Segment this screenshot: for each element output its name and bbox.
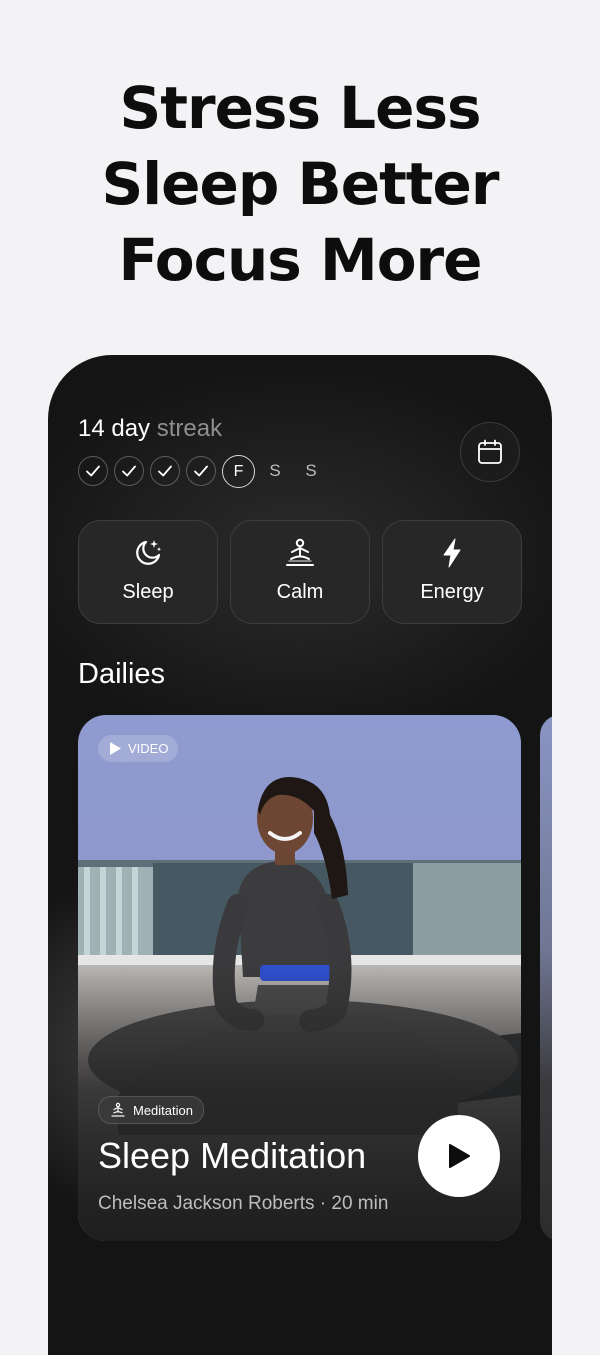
headline-line-3: Focus More [118, 226, 482, 294]
day-done-4 [186, 456, 216, 486]
streak-label: 14 day streak [78, 415, 222, 443]
moon-stars-icon [136, 540, 162, 565]
category-energy-button[interactable]: Energy [382, 520, 522, 624]
dailies-heading: Dailies [78, 658, 166, 690]
calendar-icon [478, 439, 502, 464]
day-done-1 [78, 456, 108, 486]
streak-count: 14 day [78, 415, 151, 442]
day-done-3 [150, 456, 180, 486]
check-icon [194, 465, 208, 477]
check-icon [122, 465, 136, 477]
check-icon [86, 465, 100, 477]
lightning-icon [443, 538, 461, 568]
category-sleep-label: Sleep [122, 581, 174, 603]
headline-line-1: Stress Less [119, 74, 481, 142]
card-title: Sleep Meditation [98, 1135, 367, 1176]
check-icon [158, 465, 172, 477]
play-icon [449, 1144, 470, 1168]
category-calm-button[interactable]: Calm [230, 520, 370, 624]
category-sleep-button[interactable]: Sleep [78, 520, 218, 624]
daily-card[interactable]: VIDEO Meditation Sleep Meditation Chelse… [78, 715, 521, 1241]
video-badge: VIDEO [98, 735, 179, 762]
category-energy-label: Energy [420, 581, 484, 603]
day-done-2 [114, 456, 144, 486]
day-today: F [222, 455, 255, 488]
category-badge: Meditation [98, 1096, 204, 1124]
phone-screen: 14 day streak F S S Sleep Calm Energy Da… [48, 355, 552, 1355]
day-future-1: S [269, 461, 281, 480]
play-small-icon [110, 742, 121, 755]
meditation-icon [111, 1102, 125, 1117]
calendar-button[interactable] [460, 422, 520, 482]
card-subtitle: Chelsea Jackson Roberts · 20 min [98, 1193, 389, 1214]
play-button[interactable] [418, 1115, 500, 1197]
meditation-icon [286, 538, 314, 566]
streak-suffix: streak [156, 415, 223, 442]
headline-line-2: Sleep Better [101, 150, 500, 218]
category-calm-label: Calm [276, 581, 324, 603]
day-future-2: S [305, 461, 317, 480]
headline: Stress Less Sleep Better Focus More [0, 70, 600, 298]
next-daily-card[interactable] [540, 715, 552, 1241]
category-badge-label: Meditation [133, 1102, 193, 1118]
video-badge-label: VIDEO [128, 741, 169, 756]
